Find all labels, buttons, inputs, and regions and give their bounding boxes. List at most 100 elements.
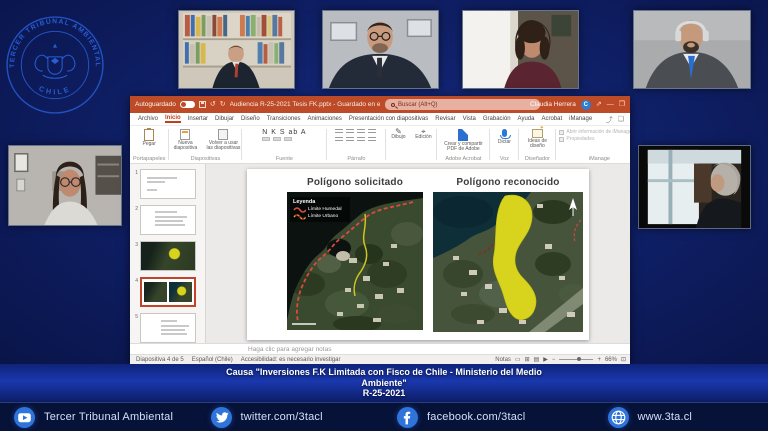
- tab-animaciones[interactable]: Animaciones: [308, 116, 342, 122]
- slide-number: 4: [132, 277, 138, 284]
- imanage-open-icon: [559, 130, 564, 135]
- normal-view-icon[interactable]: ▭: [515, 356, 521, 363]
- slide-thumbnail-3[interactable]: 3: [132, 241, 201, 271]
- globe-icon: [608, 407, 629, 428]
- imanage-properties-button[interactable]: Propiedades: [559, 136, 630, 143]
- adobe-pdf-button[interactable]: Crear y compartir PDF de Adobe: [439, 129, 487, 152]
- search-placeholder: Buscar (Alt+Q): [398, 102, 438, 108]
- imanage-group: Abrir información de iManage Propiedades…: [556, 126, 630, 163]
- edit-button[interactable]: ⌖ Edición: [415, 129, 431, 140]
- slide-thumbnail-1[interactable]: 1: [132, 169, 201, 199]
- right-map-title: Polígono reconocido: [456, 177, 559, 188]
- reuse-slides-label: Volver a usar las diapositivas: [205, 141, 241, 151]
- tab-acrobat[interactable]: Acrobat: [541, 116, 562, 122]
- save-icon[interactable]: [199, 101, 206, 108]
- zoom-in-button[interactable]: +: [597, 357, 601, 363]
- tab-ayuda[interactable]: Ayuda: [518, 116, 535, 122]
- tab-grabacion[interactable]: Grabación: [483, 116, 511, 122]
- font-format-buttons[interactable]: N K S ab A: [262, 129, 306, 136]
- imanage-open-label: Abrir información de iManage: [566, 129, 630, 136]
- aerial-map-right: [433, 192, 583, 332]
- tab-diseno[interactable]: Diseño: [241, 116, 260, 122]
- video-tile-6[interactable]: [638, 145, 751, 229]
- ribbon: Pegar Portapapeles Nueva diapositiva Vol…: [130, 126, 630, 164]
- participant-1-video: [179, 11, 294, 88]
- footer-facebook: facebook.com/3tacl: [371, 407, 558, 428]
- caption-line-2: Ambiente": [0, 378, 768, 389]
- restore-icon[interactable]: ❐: [619, 101, 625, 108]
- clipboard-group-label: Portapapeles: [133, 156, 165, 162]
- edit-collapsed-group: ⌖ Edición: [410, 126, 436, 163]
- paste-button[interactable]: Pegar: [143, 129, 156, 147]
- user-name: Claudia Herrera: [530, 101, 576, 108]
- language-indicator[interactable]: Español (Chile): [192, 357, 233, 363]
- imanage-open-button[interactable]: Abrir información de iManage: [559, 129, 630, 136]
- autosave-toggle[interactable]: [180, 101, 195, 108]
- urbano-line-symbol: [293, 213, 306, 220]
- tab-archivo[interactable]: Archivo: [138, 116, 158, 122]
- case-caption-banner: Causa "Inversiones F.K Limitada con Fisc…: [0, 364, 768, 402]
- paragraph-buttons[interactable]: [335, 129, 377, 143]
- minimize-icon[interactable]: —: [607, 101, 614, 108]
- autosave-label: Autoguardado: [135, 101, 176, 108]
- undo-icon[interactable]: ↺: [210, 101, 216, 108]
- slide-thumbnail-5[interactable]: 5: [132, 313, 201, 343]
- notes-toggle[interactable]: Notas: [495, 357, 511, 363]
- participant-5-video: [9, 146, 121, 225]
- design-ideas-button[interactable]: Ideas de diseño: [520, 129, 554, 149]
- slide-sorter-icon[interactable]: ⊞: [525, 356, 530, 363]
- notes-pane[interactable]: Haga clic para agregar notas: [130, 343, 630, 354]
- slideshow-icon[interactable]: ▶: [543, 356, 548, 363]
- tab-transiciones[interactable]: Transiciones: [267, 116, 301, 122]
- draw-button[interactable]: ✎ Dibujo: [391, 129, 405, 140]
- zoom-slider[interactable]: [559, 359, 593, 360]
- dictate-button[interactable]: Dictar: [498, 129, 511, 145]
- reuse-slides-button[interactable]: Volver a usar las diapositivas: [205, 129, 241, 151]
- slide-editing-area: Polígono solicitado: [206, 164, 630, 343]
- tab-imanage[interactable]: iManage: [569, 116, 592, 122]
- tab-presentacion[interactable]: Presentación con diapositivas: [349, 116, 428, 122]
- tab-revisar[interactable]: Revisar: [435, 116, 455, 122]
- adobe-pdf-icon: [458, 129, 468, 141]
- search-icon: [391, 103, 395, 107]
- char-spacing-button[interactable]: [284, 137, 292, 141]
- paragraph-group: Párrafo: [327, 126, 385, 163]
- video-tile-1[interactable]: [178, 10, 295, 89]
- tab-dibujar[interactable]: Dibujar: [215, 116, 234, 122]
- requested-polygon-map: Leyenda Límite Humedal: [287, 192, 423, 335]
- fit-to-window-icon[interactable]: ⊡: [621, 356, 626, 363]
- legend-item-urbano: Límite Urbano: [293, 213, 347, 220]
- share-icon[interactable]: ⇗: [596, 101, 602, 108]
- zoom-out-button[interactable]: −: [552, 357, 556, 363]
- slide-canvas[interactable]: Polígono solicitado: [247, 169, 589, 340]
- share-mini-icon[interactable]: ⤴: [606, 115, 613, 125]
- highlight-button[interactable]: [273, 137, 281, 141]
- video-tile-3[interactable]: [462, 10, 579, 89]
- tab-vista[interactable]: Vista: [463, 116, 476, 122]
- reading-view-icon[interactable]: ▤: [534, 356, 540, 363]
- font-group: N K S ab A Fuente: [242, 126, 326, 163]
- font-color-button[interactable]: [262, 137, 270, 141]
- slide-thumbnail-2[interactable]: 2: [132, 205, 201, 235]
- voice-group-label: Voz: [500, 156, 509, 162]
- comments-icon[interactable]: ❏: [618, 115, 624, 125]
- slide-thumbnails-panel: 1 2 3 4 5: [130, 164, 206, 343]
- new-slide-button[interactable]: Nueva diapositiva: [169, 129, 201, 151]
- accessibility-status[interactable]: Accesibilidad: es necesario investigar: [241, 357, 341, 363]
- user-avatar[interactable]: C: [581, 100, 591, 110]
- slide-counter: Diapositiva 4 de 5: [136, 357, 184, 363]
- redo-icon[interactable]: ↻: [220, 101, 226, 108]
- tab-insertar[interactable]: Insertar: [188, 116, 208, 122]
- video-tile-5[interactable]: [8, 145, 122, 226]
- tab-inicio[interactable]: Inicio: [165, 115, 181, 123]
- slide-number: 2: [132, 205, 138, 212]
- microphone-icon: [502, 129, 507, 137]
- search-box[interactable]: Buscar (Alt+Q): [385, 99, 540, 110]
- designer-group-label: Diseñador: [525, 156, 550, 162]
- video-tile-4[interactable]: [633, 10, 751, 89]
- adobe-group-label: Adobe Acrobat: [445, 156, 481, 162]
- slide-thumbnail-4[interactable]: 4: [132, 277, 201, 307]
- video-tile-2[interactable]: [322, 10, 439, 89]
- zoom-percent[interactable]: 66%: [605, 357, 617, 363]
- clipboard-icon: [144, 129, 154, 141]
